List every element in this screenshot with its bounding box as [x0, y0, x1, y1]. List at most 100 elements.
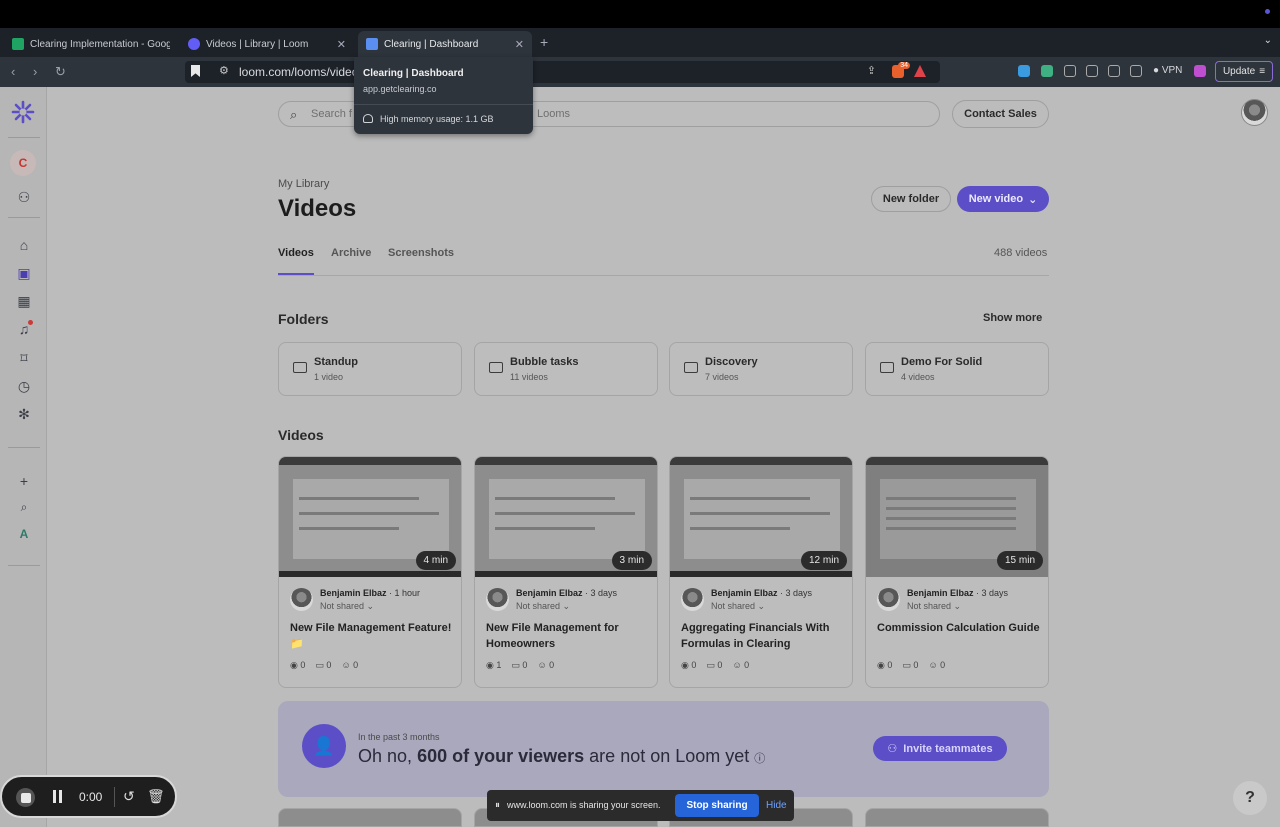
clock-icon[interactable]: ◷ [15, 377, 33, 395]
back-icon[interactable]: ‹ [11, 64, 15, 79]
bookmark-icon[interactable] [191, 65, 200, 77]
video-title[interactable]: Aggregating Financials With Formulas in … [681, 620, 846, 652]
tab-archive[interactable]: Archive [331, 247, 371, 259]
stop-sharing-button[interactable]: Stop sharing [675, 794, 759, 817]
library-icon[interactable]: ▣ [15, 264, 33, 282]
sidebar-toggle-icon[interactable] [1086, 65, 1098, 77]
video-thumbnail[interactable]: 15 min [866, 457, 1048, 577]
folder-card[interactable]: Bubble tasks 11 videos [474, 342, 658, 396]
video-thumbnail[interactable]: 3 min [475, 457, 657, 577]
extension-icon[interactable] [1194, 65, 1206, 77]
pause-icon[interactable] [53, 790, 65, 803]
folder-card[interactable]: Demo For Solid 4 videos [865, 342, 1049, 396]
extension-icon[interactable] [1041, 65, 1053, 77]
invite-teammates-button[interactable]: ⚇ Invite teammates [873, 736, 1007, 761]
info-icon[interactable]: ⓘ [754, 753, 765, 765]
memory-usage: High memory usage: 1.1 GB [380, 114, 494, 124]
video-thumbnail[interactable]: 4 min [279, 457, 461, 577]
address-bar[interactable]: ⚙ loom.com/looms/videos ⇪ 34 [185, 61, 940, 83]
update-button[interactable]: Update ≡ [1215, 61, 1273, 82]
video-card[interactable]: 15 min Benjamin Elbaz · 3 days Not share… [865, 456, 1049, 688]
video-title[interactable]: New File Management for Homeowners [486, 620, 651, 652]
share-status[interactable]: Not shared ⌄ [320, 601, 374, 612]
tab-clearing[interactable]: Clearing | Dashboard ✕ [358, 31, 532, 57]
stop-recording-button[interactable] [16, 788, 35, 807]
share-status[interactable]: Not shared ⌄ [907, 601, 961, 612]
folder-card[interactable]: Discovery 7 videos [669, 342, 853, 396]
app-icon[interactable]: A [15, 525, 33, 543]
site-settings-icon[interactable]: ⚙ [219, 64, 229, 77]
user-avatar[interactable] [1241, 99, 1268, 126]
calendar-icon[interactable]: ▦ [15, 292, 33, 310]
reactions-count: 0 [744, 660, 750, 670]
home-icon[interactable]: ⌂ [15, 236, 33, 254]
comment-icon: ▭ [706, 660, 715, 670]
video-title[interactable]: New File Management Feature! 📁 [290, 620, 455, 652]
emoji-icon: ☺ [537, 660, 547, 670]
forward-icon[interactable]: › [33, 64, 37, 79]
restart-icon[interactable]: ↺ [123, 788, 135, 805]
vpn-button[interactable]: ● VPN [1153, 65, 1182, 76]
bookmark-icon[interactable]: ⌑ [15, 349, 33, 367]
share-icon[interactable]: ⇪ [867, 64, 876, 77]
views-stat: ◉ 0 [290, 660, 305, 671]
new-video-button[interactable]: New video ⌄ [957, 186, 1049, 212]
url-text[interactable]: loom.com/looms/videos [239, 65, 364, 79]
close-icon[interactable]: ✕ [337, 38, 346, 51]
breadcrumb[interactable]: My Library [278, 178, 329, 190]
tab-videos[interactable]: Videos [278, 247, 314, 259]
search-icon[interactable]: ⌕ [15, 498, 33, 516]
gear-icon[interactable]: ✻ [15, 405, 33, 423]
members-icon[interactable]: ⚇ [15, 188, 33, 206]
tab-loom[interactable]: Videos | Library | Loom ✕ [180, 31, 354, 57]
share-status-label: Not shared [907, 601, 952, 611]
views-stat: ◉ 1 [486, 660, 501, 671]
video-thumbnail[interactable]: 12 min [670, 457, 852, 577]
video-card[interactable] [865, 808, 1049, 827]
folder-count: 7 videos [705, 372, 739, 382]
share-status[interactable]: Not shared ⌄ [516, 601, 570, 612]
close-icon[interactable]: ✕ [515, 38, 524, 51]
new-tab-icon[interactable]: + [540, 34, 548, 50]
rewards-icon[interactable] [914, 65, 926, 77]
divider [114, 787, 115, 807]
video-card[interactable] [278, 808, 462, 827]
trash-icon[interactable]: 🗑 [147, 788, 165, 805]
folder-card[interactable]: Standup 1 video [278, 342, 462, 396]
help-button[interactable]: ? [1233, 781, 1267, 815]
leo-icon[interactable] [1130, 65, 1142, 77]
chevron-down-icon[interactable]: ⌄ [1264, 35, 1272, 46]
reload-icon[interactable]: ↻ [55, 64, 66, 80]
video-card[interactable]: 3 min Benjamin Elbaz · 3 days Not shared… [474, 456, 658, 688]
video-stats: ◉ 0 ▭ 0 ☺ 0 [290, 660, 358, 671]
comments-count: 0 [326, 660, 332, 670]
plus-icon[interactable]: + [15, 472, 33, 490]
extension-icon[interactable] [1064, 65, 1076, 77]
wallet-icon[interactable] [1108, 65, 1120, 77]
video-card[interactable]: 4 min Benjamin Elbaz · 1 hour Not shared… [278, 456, 462, 688]
tab-sheets[interactable]: Clearing Implementation - Googl [4, 31, 178, 57]
share-status-label: Not shared [711, 601, 756, 611]
extension-icon[interactable] [1018, 65, 1030, 77]
banner-message-post: are not on Loom yet [589, 746, 750, 766]
video-card[interactable]: 12 min Benjamin Elbaz · 3 days Not share… [669, 456, 853, 688]
video-stats: ◉ 0 ▭ 0 ☺ 0 [681, 660, 749, 671]
new-folder-button[interactable]: New folder [871, 186, 951, 212]
recording-controls: 0:00 ↺ 🗑 [0, 775, 177, 818]
hide-link[interactable]: Hide [766, 800, 787, 811]
share-status[interactable]: Not shared ⌄ [711, 601, 765, 612]
tab-hover-card: Clearing | Dashboard app.getclearing.co … [354, 57, 533, 134]
reactions-stat: ☺ 0 [341, 660, 358, 671]
bell-icon[interactable]: ♫ [15, 320, 33, 338]
workspace-avatar[interactable]: C [10, 150, 36, 176]
contact-sales-button[interactable]: Contact Sales [952, 100, 1049, 128]
tab-screenshots[interactable]: Screenshots [388, 247, 454, 259]
author-line: Benjamin Elbaz · 3 days [516, 588, 617, 598]
video-title[interactable]: Commission Calculation Guide [877, 620, 1042, 636]
comments-stat: ▭ 0 [706, 660, 722, 671]
avatar [877, 588, 900, 611]
menu-icon: ≡ [1259, 66, 1266, 77]
tab-label: Clearing | Dashboard [384, 38, 479, 50]
show-more-button[interactable]: Show more [983, 312, 1042, 324]
loom-logo-icon[interactable] [11, 100, 35, 124]
